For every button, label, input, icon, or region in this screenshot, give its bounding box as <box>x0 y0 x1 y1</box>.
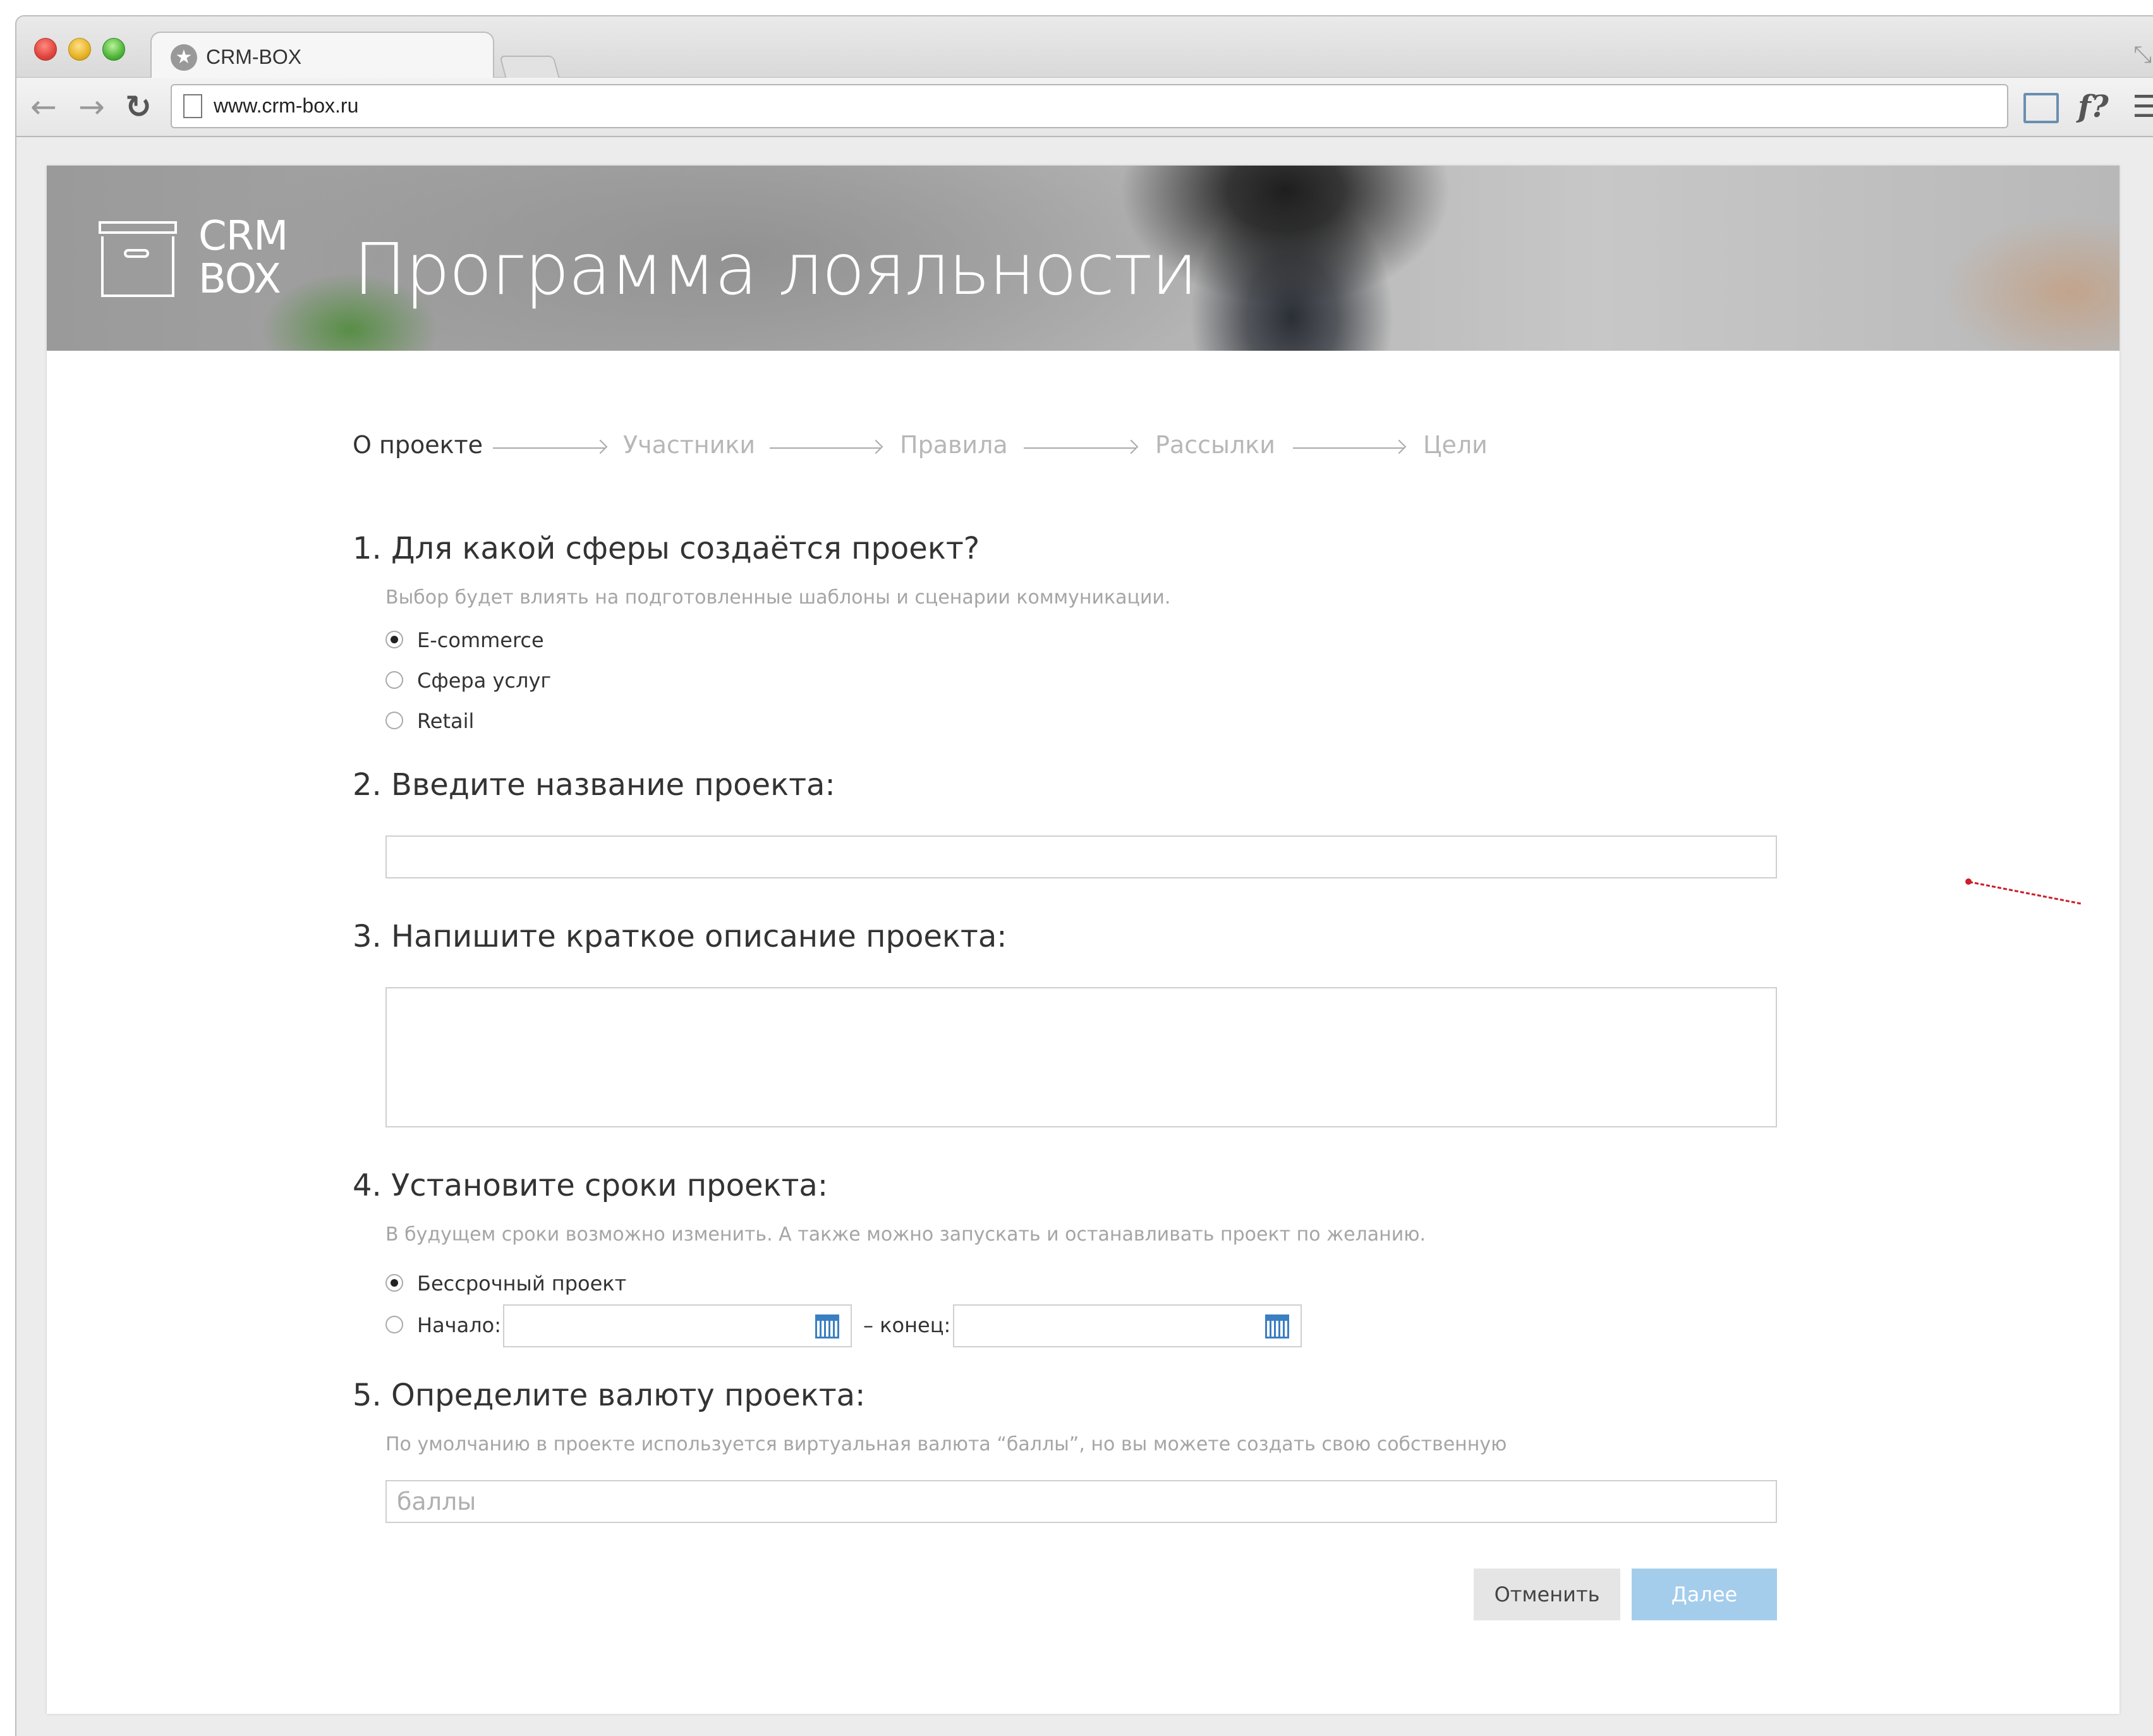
question-5-title: 5. Определите валюту проекта: <box>353 1378 866 1413</box>
step-goals[interactable]: Цели <box>1423 431 1488 459</box>
calendar-icon[interactable] <box>815 1314 839 1338</box>
radio-checked-icon[interactable] <box>385 1274 403 1292</box>
browser-tab[interactable]: ★ CRM-BOX <box>150 32 494 80</box>
step-arrow-icon <box>1024 447 1136 449</box>
question-2-title: 2. Введите название проекта: <box>353 767 835 803</box>
minimize-window-button[interactable] <box>68 38 91 61</box>
question-5-hint: По умолчанию в проекте используется вирт… <box>385 1433 1507 1455</box>
project-name-input[interactable] <box>385 835 1777 878</box>
step-rules[interactable]: Правила <box>900 431 1008 459</box>
forward-arrow-icon[interactable]: → <box>78 89 105 124</box>
title-bar: ★ CRM-BOX ⤡ <box>16 16 2153 83</box>
tab-title: CRM-BOX <box>206 46 302 68</box>
project-description-textarea[interactable] <box>385 987 1777 1127</box>
logo-text[interactable]: CRM BOX <box>198 215 288 301</box>
radio-unchecked-icon[interactable] <box>385 671 403 689</box>
reload-icon[interactable]: ↻ <box>125 89 152 124</box>
star-favicon-icon: ★ <box>171 44 197 71</box>
radio-unchecked-icon[interactable] <box>385 1316 403 1333</box>
step-arrow-icon <box>770 447 881 449</box>
box-logo-icon[interactable] <box>99 221 177 297</box>
step-arrow-icon <box>493 447 605 449</box>
browser-toolbar: ← → ↻ www.crm-box.ru f? ☰ <box>16 78 2153 137</box>
page-icon <box>183 94 202 118</box>
fullscreen-icon[interactable]: ⤡ <box>2133 42 2152 68</box>
question-1-title: 1. Для какой сферы создаётся проект? <box>353 531 980 566</box>
question-1-hint: Выбор будет влиять на подготовленные шаб… <box>385 586 1171 609</box>
page-title: Программа лояльности <box>353 229 1198 311</box>
end-date-input[interactable] <box>953 1304 1302 1347</box>
step-about[interactable]: О проекте <box>353 431 483 459</box>
question-3-title: 3. Напишите краткое описание проекта: <box>353 919 1007 954</box>
cancel-button[interactable]: Отменить <box>1474 1569 1620 1620</box>
question-4-title: 4. Установите сроки проекта: <box>353 1168 828 1203</box>
calendar-icon[interactable] <box>1265 1314 1289 1338</box>
radio-checked-icon[interactable] <box>385 631 403 648</box>
wizard-steps: О проекте Участники Правила Рассылки Цел… <box>353 431 1616 469</box>
radio-unchecked-icon[interactable] <box>385 712 403 729</box>
close-window-button[interactable] <box>34 38 57 61</box>
address-bar[interactable]: www.crm-box.ru <box>171 84 2008 128</box>
currency-input[interactable]: баллы <box>385 1480 1777 1523</box>
next-button[interactable]: Далее <box>1632 1569 1777 1620</box>
menu-icon[interactable]: ☰ <box>2132 89 2153 124</box>
step-arrow-icon <box>1293 447 1404 449</box>
end-date-label: – конец: <box>863 1313 951 1337</box>
step-participants[interactable]: Участники <box>623 431 755 459</box>
back-arrow-icon[interactable]: ← <box>30 89 57 124</box>
question-4-hint: В будущем сроки возможно изменить. А так… <box>385 1223 1426 1246</box>
header-banner: CRM BOX Программа лояльности <box>47 166 2120 351</box>
url-text[interactable]: www.crm-box.ru <box>214 94 358 118</box>
start-date-input[interactable] <box>503 1304 852 1347</box>
page: CRM BOX Программа лояльности О проекте У… <box>47 166 2120 1714</box>
step-mailings[interactable]: Рассылки <box>1155 431 1275 459</box>
zoom-window-button[interactable] <box>102 38 125 61</box>
frame-icon[interactable] <box>2023 93 2059 123</box>
font-fx-icon[interactable]: f? <box>2078 89 2109 124</box>
